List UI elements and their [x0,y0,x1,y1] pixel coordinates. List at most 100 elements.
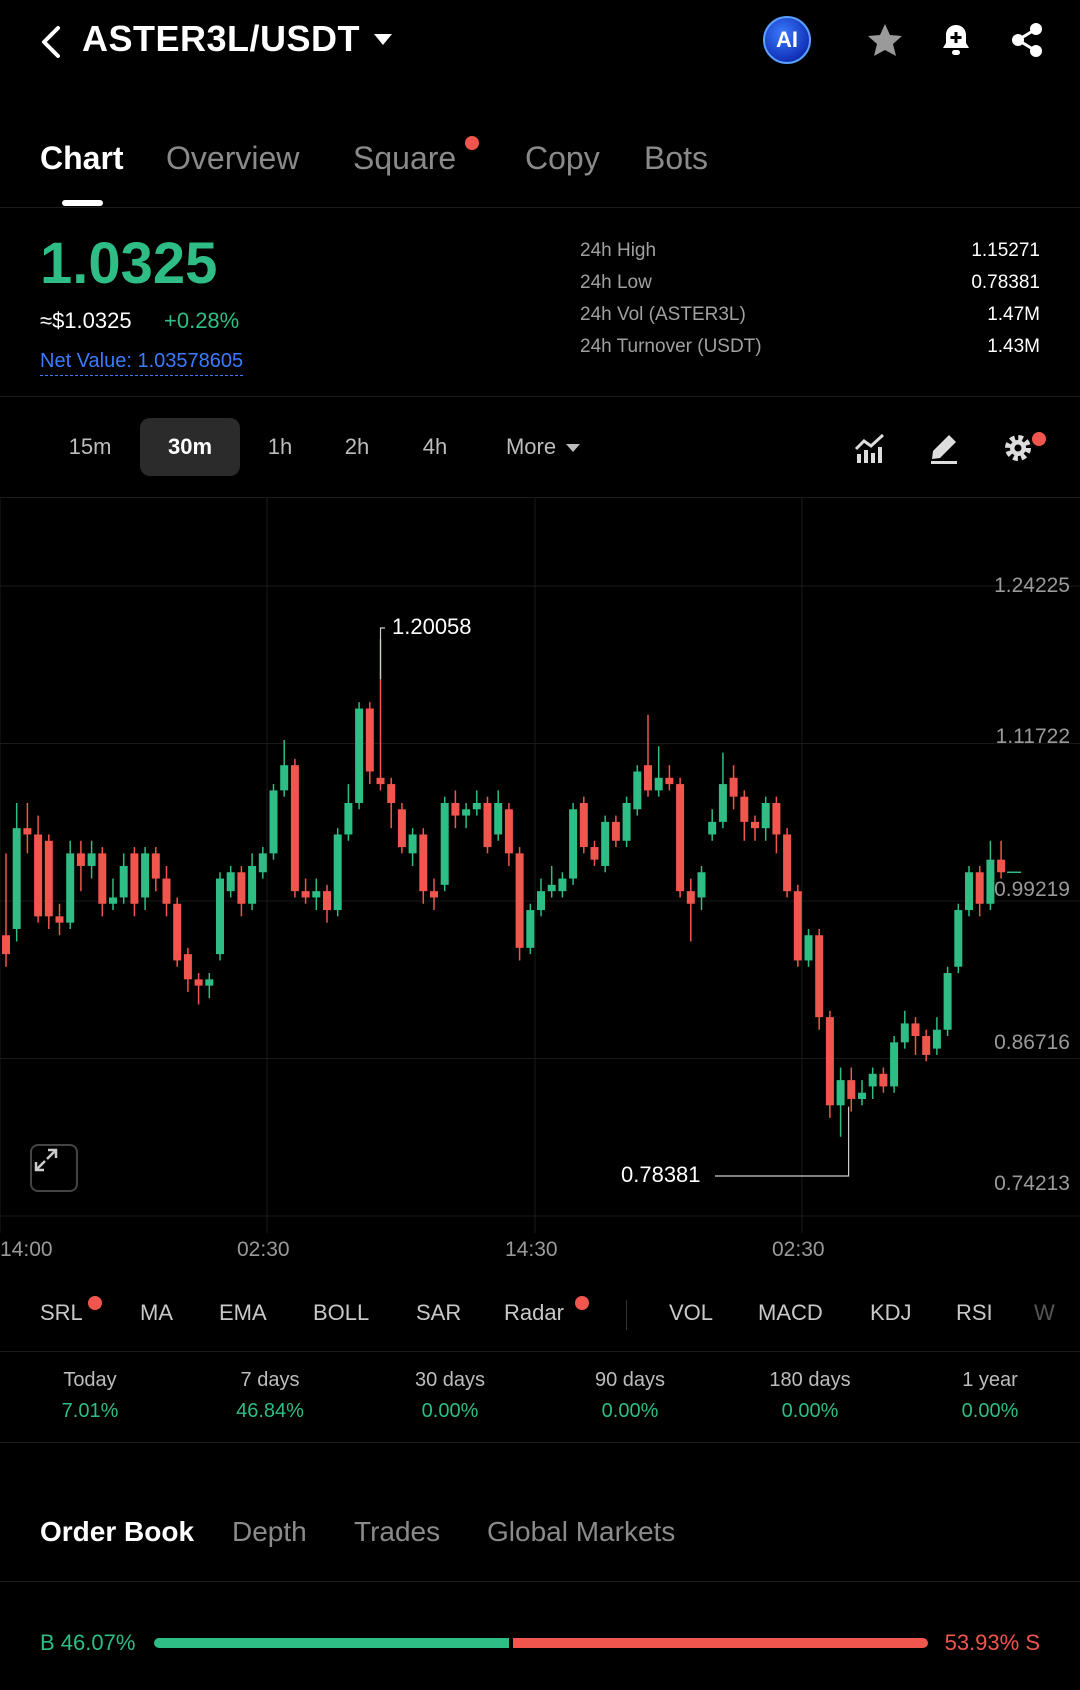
candle-body [183,954,192,980]
tab-chart[interactable]: Chart [40,140,124,177]
candle-body [900,1023,909,1043]
candle-body [740,796,749,822]
indicator-macd[interactable]: MACD [758,1300,823,1326]
candle-body [258,853,267,873]
drawing-tools-button[interactable] [924,428,964,468]
buy-sell-ratio: B 46.07% 53.93% S [0,1620,1080,1666]
candle-body [344,802,353,835]
ai-assistant-button[interactable]: AI [763,16,811,64]
candle-body [515,853,524,948]
indicator-rsi[interactable]: RSI [956,1300,993,1326]
share-button[interactable] [1004,17,1050,63]
candle-body [579,802,588,848]
candle-body [483,802,492,848]
pencil-icon [931,435,957,464]
tab-bots[interactable]: Bots [644,140,708,177]
interval-30m[interactable]: 30m [140,418,240,476]
return-7d: 7 days 46.84% [236,1369,304,1422]
candle-body [858,1092,866,1100]
candlestick-chart[interactable]: 1.24225 1.11722 0.99219 0.86716 0.74213 … [0,498,1080,1278]
indicator-kdj[interactable]: KDJ [870,1300,912,1326]
candle-body [323,891,331,911]
x-tick-label: 14:00 [0,1238,53,1261]
interval-15m[interactable]: 15m [56,418,124,476]
candle-body [2,935,10,955]
expand-icon [34,1148,58,1172]
indicator-chart-icon [854,433,885,463]
candle-body [55,916,64,923]
candle-body [836,1080,845,1106]
min-price-annotation: 0.78381 [621,1162,701,1187]
chart-settings-button[interactable] [998,428,1038,468]
fullscreen-button[interactable] [30,1144,78,1192]
candle-body [751,821,759,829]
candle-body [387,784,396,803]
candle-body [868,1073,877,1087]
indicators-button[interactable] [850,428,890,468]
chart-canvas[interactable] [0,498,1080,1233]
candle-body [451,802,460,816]
return-30d: 30 days 0.00% [414,1369,486,1422]
indicator-ema[interactable]: EMA [219,1300,267,1326]
net-value-link[interactable]: Net Value: 1.03578605 [40,350,244,376]
candle-body [419,834,428,892]
tab-copy[interactable]: Copy [525,140,600,177]
candle-body [890,1042,899,1087]
candle-body [87,853,96,866]
indicator-boll[interactable]: BOLL [313,1300,369,1326]
candle-body [911,1023,920,1037]
tab-order-book[interactable]: Order Book [40,1516,194,1548]
indicator-vol[interactable]: VOL [669,1300,713,1326]
indicator-srl[interactable]: SRL [40,1300,83,1326]
indicator-radar[interactable]: Radar [504,1300,564,1326]
tab-trades[interactable]: Trades [354,1516,440,1548]
pair-name: ASTER3L/USDT [82,18,361,59]
candle-body [772,802,781,835]
back-button[interactable] [36,22,68,62]
y-tick-label: 0.99219 [994,878,1070,901]
interval-1h[interactable]: 1h [256,418,304,476]
ai-label: AI [776,27,798,52]
candle-body [34,834,43,917]
y-tick-label: 1.24225 [994,574,1070,597]
candle-body [23,828,32,835]
star-icon [868,24,902,56]
tab-global-markets[interactable]: Global Markets [487,1516,675,1548]
candle-body [494,802,503,835]
candle-body [194,979,203,986]
favorite-button[interactable] [862,17,908,63]
candle-body [226,872,235,892]
caret-down-icon [566,444,581,453]
candle-body [173,903,182,961]
indicator-w[interactable]: W [1034,1300,1055,1326]
tab-depth[interactable]: Depth [232,1516,307,1548]
candle-body [686,891,695,904]
interval-4h[interactable]: 4h [410,418,460,476]
candle-body [12,828,21,929]
tab-overview[interactable]: Overview [166,140,299,177]
interval-more[interactable]: More [488,418,598,476]
candle-body [590,847,599,860]
candle-body [965,872,973,911]
candle-body [205,979,214,986]
indicator-sar[interactable]: SAR [416,1300,461,1326]
indicator-ma[interactable]: MA [140,1300,173,1326]
buy-ratio-bar [154,1638,509,1648]
candle-body [462,809,471,816]
price-alert-button[interactable] [933,17,979,63]
candle-body [932,1029,941,1049]
candle-body [793,891,802,961]
candle-body [569,809,578,879]
last-price: 1.0325 [40,231,218,296]
pair-selector[interactable]: ASTER3L/USDT [82,18,393,60]
settings-notification-dot [1032,432,1046,446]
candle-body [237,872,246,904]
stat-turnover: 24h Turnover (USDT) 1.43M [580,336,1040,357]
tab-square[interactable]: Square [353,140,456,177]
interval-2h[interactable]: 2h [332,418,382,476]
candle-body [119,865,128,898]
stat-volume: 24h Vol (ASTER3L) 1.47M [580,304,1040,325]
candle-body [537,891,545,911]
srl-notification-dot [88,1296,102,1310]
return-90d: 90 days 0.00% [594,1369,666,1422]
